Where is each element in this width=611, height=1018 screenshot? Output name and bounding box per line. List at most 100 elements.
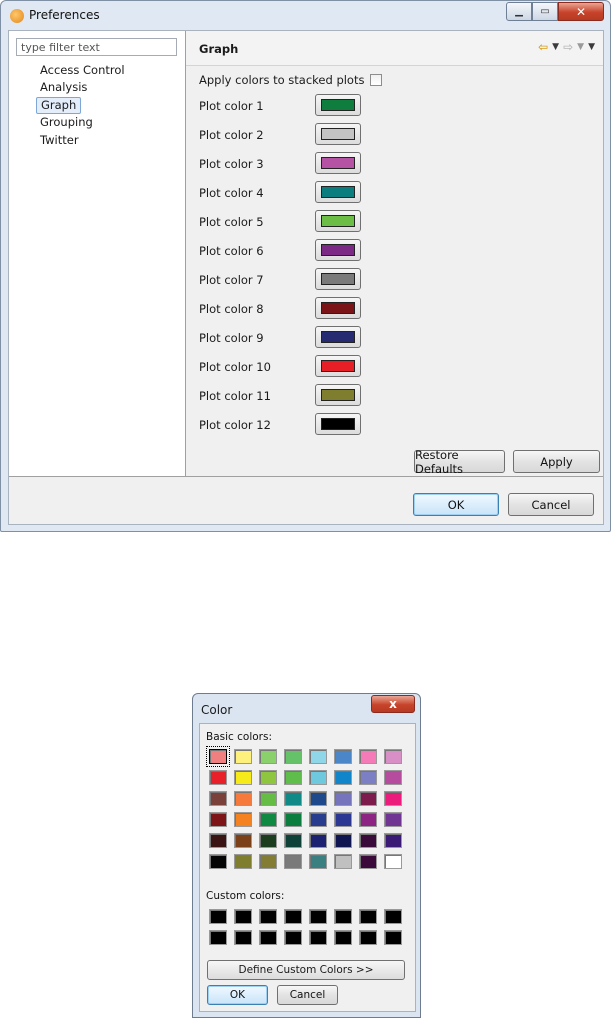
basic-color-swatch[interactable]: [359, 791, 377, 806]
close-button[interactable]: ✕: [558, 2, 604, 21]
basic-color-swatch[interactable]: [206, 746, 230, 767]
basic-color-swatch[interactable]: [384, 749, 402, 764]
basic-color-swatch[interactable]: [259, 833, 277, 848]
basic-color-swatch[interactable]: [384, 812, 402, 827]
basic-color-swatch[interactable]: [384, 854, 402, 869]
custom-color-swatch[interactable]: [284, 930, 302, 945]
title-bar[interactable]: Preferences ▁ ▭ ✕: [1, 1, 610, 29]
basic-color-swatch[interactable]: [334, 833, 352, 848]
forward-dropdown-icon[interactable]: ▼: [577, 42, 584, 52]
custom-color-swatch[interactable]: [334, 930, 352, 945]
forward-arrow-icon[interactable]: ⇨: [563, 40, 573, 54]
basic-color-swatch[interactable]: [234, 791, 252, 806]
basic-color-swatch[interactable]: [234, 812, 252, 827]
custom-color-swatch[interactable]: [384, 909, 402, 924]
plot-color-button[interactable]: [315, 326, 361, 348]
tree-item-twitter[interactable]: Twitter: [36, 132, 83, 149]
custom-color-swatch[interactable]: [259, 909, 277, 924]
basic-color-swatch[interactable]: [259, 854, 277, 869]
basic-color-swatch[interactable]: [384, 833, 402, 848]
plot-color-button[interactable]: [315, 181, 361, 203]
basic-color-swatch[interactable]: [209, 812, 227, 827]
basic-color-swatch[interactable]: [359, 854, 377, 869]
basic-color-swatch[interactable]: [359, 770, 377, 785]
basic-color-swatch[interactable]: [259, 791, 277, 806]
basic-color-swatch[interactable]: [259, 812, 277, 827]
custom-color-swatch[interactable]: [234, 909, 252, 924]
tree-item-access-control[interactable]: Access Control: [36, 62, 129, 79]
dialog-close-button[interactable]: x: [371, 695, 415, 713]
basic-color-swatch[interactable]: [384, 770, 402, 785]
basic-color-swatch[interactable]: [309, 854, 327, 869]
custom-color-swatch[interactable]: [309, 909, 327, 924]
custom-color-swatch[interactable]: [334, 909, 352, 924]
basic-color-swatch[interactable]: [284, 854, 302, 869]
basic-color-swatch[interactable]: [309, 749, 327, 764]
dialog-ok-button[interactable]: OK: [207, 985, 268, 1005]
plot-color-button[interactable]: [315, 413, 361, 435]
basic-color-swatch[interactable]: [334, 770, 352, 785]
basic-color-swatch[interactable]: [234, 749, 252, 764]
back-arrow-icon[interactable]: ⇦: [538, 40, 548, 54]
plot-color-button[interactable]: [315, 355, 361, 377]
maximize-button[interactable]: ▭: [532, 2, 558, 21]
plot-color-button[interactable]: [315, 384, 361, 406]
custom-color-swatch[interactable]: [384, 930, 402, 945]
filter-input[interactable]: [16, 38, 177, 56]
restore-defaults-button[interactable]: Restore Defaults: [414, 448, 505, 476]
basic-color-swatch[interactable]: [209, 791, 227, 806]
plot-color-button[interactable]: [315, 94, 361, 116]
tree-item-analysis[interactable]: Analysis: [36, 79, 91, 96]
basic-color-swatch[interactable]: [284, 770, 302, 785]
basic-color-swatch[interactable]: [234, 833, 252, 848]
basic-color-swatch[interactable]: [309, 770, 327, 785]
stacked-plots-checkbox[interactable]: [370, 74, 383, 86]
basic-color-swatch[interactable]: [334, 791, 352, 806]
basic-color-swatch[interactable]: [309, 812, 327, 827]
plot-color-button[interactable]: [315, 297, 361, 319]
basic-color-swatch[interactable]: [334, 854, 352, 869]
cancel-button[interactable]: Cancel: [508, 493, 594, 516]
basic-color-swatch[interactable]: [309, 791, 327, 806]
define-custom-colors-button[interactable]: Define Custom Colors >>: [207, 960, 405, 980]
basic-color-swatch[interactable]: [284, 812, 302, 827]
minimize-button[interactable]: ▁: [506, 2, 532, 21]
basic-color-swatch[interactable]: [384, 791, 402, 806]
basic-color-swatch[interactable]: [209, 833, 227, 848]
plot-color-button[interactable]: [315, 239, 361, 261]
plot-color-button[interactable]: [315, 123, 361, 145]
custom-color-swatch[interactable]: [209, 909, 227, 924]
custom-color-swatch[interactable]: [309, 930, 327, 945]
basic-color-swatch[interactable]: [309, 833, 327, 848]
basic-color-swatch[interactable]: [259, 770, 277, 785]
custom-color-swatch[interactable]: [209, 930, 227, 945]
basic-color-swatch[interactable]: [359, 833, 377, 848]
basic-color-swatch[interactable]: [284, 833, 302, 848]
custom-color-swatch[interactable]: [359, 930, 377, 945]
basic-color-swatch[interactable]: [359, 749, 377, 764]
ok-button[interactable]: OK: [413, 493, 499, 516]
dialog-cancel-button[interactable]: Cancel: [277, 985, 338, 1005]
basic-color-swatch[interactable]: [334, 749, 352, 764]
basic-color-swatch[interactable]: [209, 770, 227, 785]
tree-item-grouping[interactable]: Grouping: [36, 114, 97, 131]
basic-color-swatch[interactable]: [259, 749, 277, 764]
basic-color-swatch[interactable]: [284, 791, 302, 806]
view-menu-icon[interactable]: ▼: [588, 42, 595, 52]
back-dropdown-icon[interactable]: ▼: [552, 42, 559, 52]
basic-color-swatch[interactable]: [334, 812, 352, 827]
basic-color-swatch[interactable]: [209, 854, 227, 869]
basic-color-swatch[interactable]: [284, 749, 302, 764]
basic-color-swatch[interactable]: [234, 770, 252, 785]
apply-button[interactable]: Apply: [513, 450, 600, 473]
custom-color-swatch[interactable]: [359, 909, 377, 924]
basic-color-swatch[interactable]: [359, 812, 377, 827]
custom-color-swatch[interactable]: [284, 909, 302, 924]
tree-item-graph[interactable]: Graph: [36, 96, 82, 115]
custom-color-swatch[interactable]: [259, 930, 277, 945]
plot-color-button[interactable]: [315, 152, 361, 174]
custom-color-swatch[interactable]: [234, 930, 252, 945]
plot-color-button[interactable]: [315, 210, 361, 232]
basic-color-swatch[interactable]: [234, 854, 252, 869]
plot-color-button[interactable]: [315, 268, 361, 290]
